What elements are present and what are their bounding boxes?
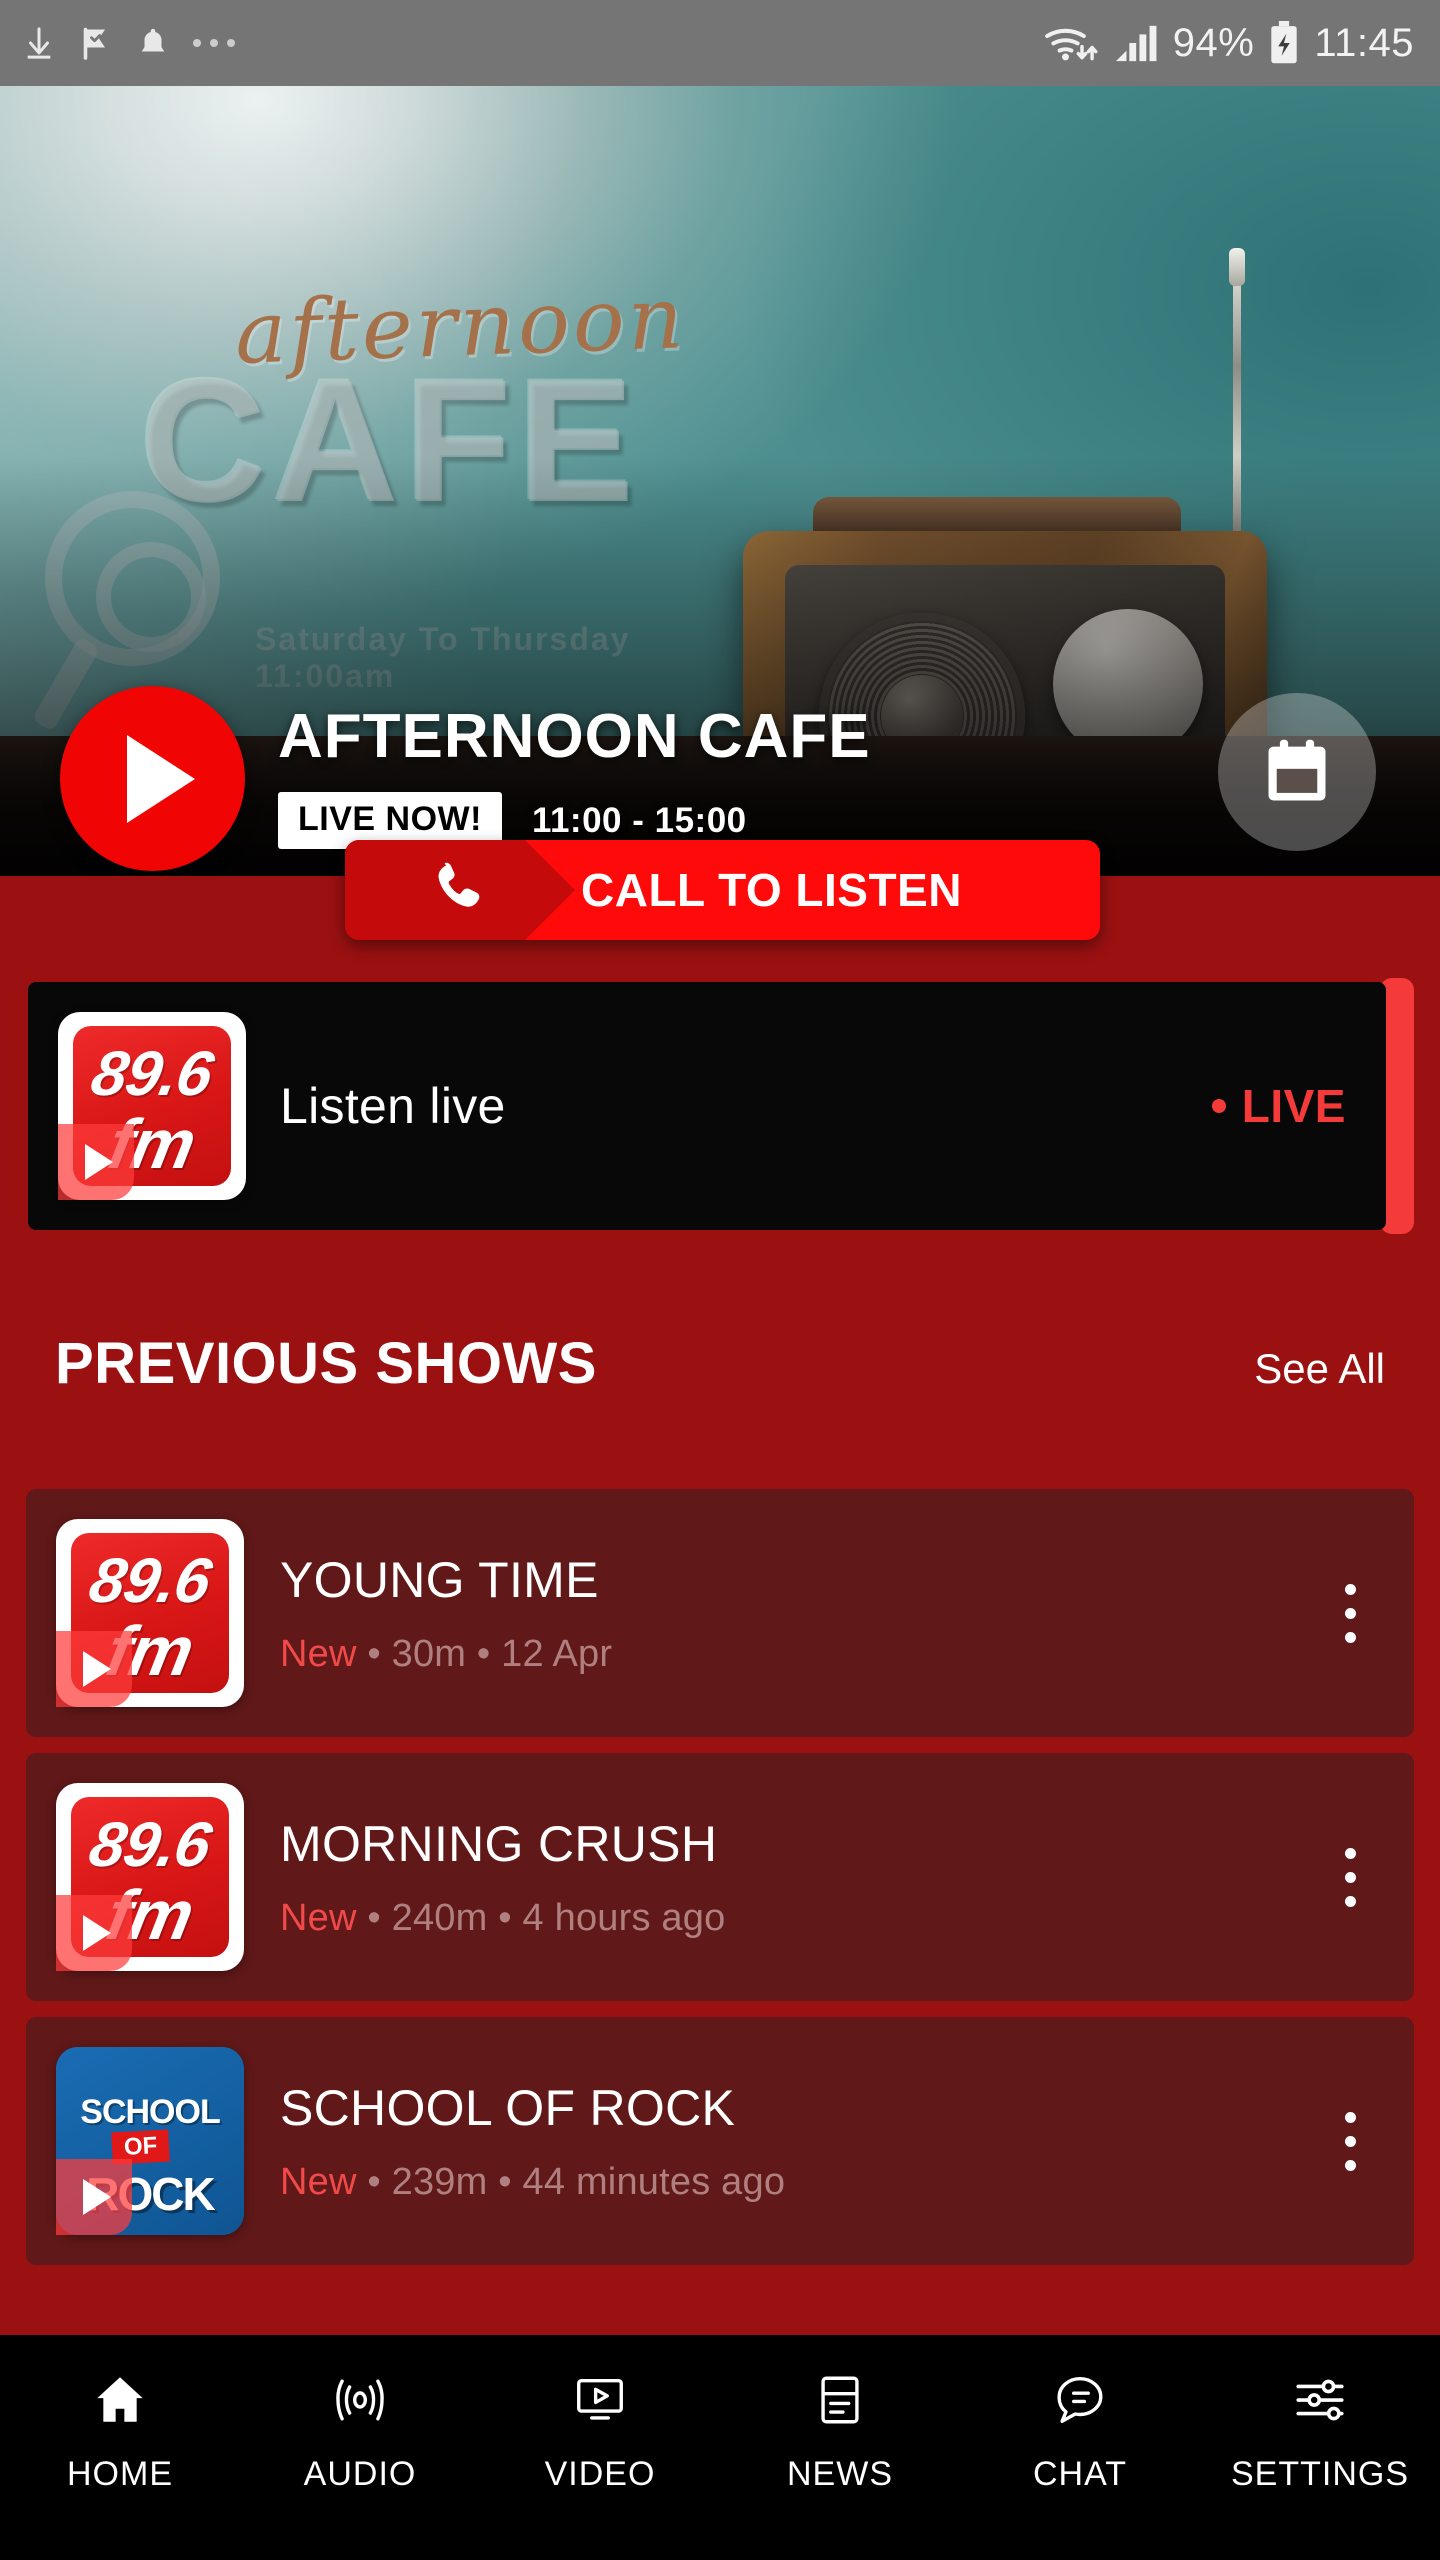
schedule-button[interactable] [1218,693,1376,851]
battery-percent: 94% [1172,20,1255,65]
logo-play-badge [56,2159,132,2235]
previous-shows-header: PREVIOUS SHOWS See All [0,1330,1440,1397]
nav-item-home[interactable]: HOME [0,2369,240,2494]
show-meta: • 239m • 44 minutes ago [356,2160,786,2203]
status-bar-left-icons [22,23,236,63]
logo-frequency: 89.6 [83,1810,217,1880]
play-icon [126,734,195,823]
show-subtitle: New • 239m • 44 minutes ago [280,2161,1331,2204]
show-list-item[interactable]: 89.6 fm MORNING CRUSH New • 240m • 4 hou… [26,1753,1414,2001]
play-icon [82,2179,111,2215]
logo-play-badge [56,1895,132,1971]
logo-play-badge [58,1124,134,1200]
bottom-navigation: HOME AUDIO VIDEO NEWS CHAT SETTINGS [0,2335,1440,2560]
show-title: SCHOOL OF ROCK [280,2079,736,2136]
call-to-listen-button[interactable]: CALL TO LISTEN [345,840,1100,940]
show-subtitle: New • 240m • 4 hours ago [280,1897,1331,1940]
kebab-menu-icon[interactable] [1331,1574,1370,1653]
kebab-menu-icon[interactable] [1331,1838,1370,1917]
show-new-badge: New [280,1896,357,1939]
artwork-line-1: SCHOOL [80,2093,220,2131]
call-to-listen-wrap: CALL TO LISTEN [345,840,1100,940]
section-title: PREVIOUS SHOWS [55,1331,597,1396]
hero-time-range: 11:00 - 15:00 [531,800,747,840]
video-monitor-icon [571,2369,629,2431]
kebab-menu-icon[interactable] [1331,2102,1370,2181]
wifi-icon [1044,28,1098,61]
signal-icon [1115,25,1157,62]
show-artwork: 89.6 fm [56,1783,244,1971]
play-icon [84,1144,113,1180]
show-list-item[interactable]: 89.6 fm YOUNG TIME New • 30m • 12 Apr [26,1489,1414,1737]
show-title: YOUNG TIME [280,1551,599,1608]
bell-icon [141,28,165,52]
show-meta: • 30m • 12 Apr [356,1632,613,1675]
battery-charging-icon [1271,21,1298,64]
logo-frequency: 89.6 [85,1039,219,1109]
play-icon [82,1915,111,1951]
nav-item-chat[interactable]: CHAT [960,2369,1200,2494]
show-text-block: YOUNG TIME New • 30m • 12 Apr [280,1551,1331,1676]
nav-item-settings[interactable]: SETTINGS [1200,2369,1440,2494]
hero-banner[interactable]: CAFE afternoon Saturday To Thursday 11:0… [0,86,1440,876]
show-artwork: 89.6 fm [56,1519,244,1707]
nav-label: AUDIO [303,2455,417,2493]
logo-frequency: 89.6 [83,1546,217,1616]
app-root: 94% 11:45 CAFE afternoon Saturday To Thu… [0,0,1440,2560]
phone-icon [427,857,489,924]
show-new-badge: New [280,1632,357,1675]
listen-live-card-inner[interactable]: 89.6 fm Listen live LIVE [28,982,1386,1230]
nav-label: HOME [67,2455,173,2493]
more-icon [193,39,235,47]
show-subtitle: New • 30m • 12 Apr [280,1633,1331,1676]
show-text-block: MORNING CRUSH New • 240m • 4 hours ago [280,1815,1331,1940]
hero-meta: AFTERNOON CAFE LIVE NOW! 11:00 - 15:00 [278,706,871,849]
show-meta: • 240m • 4 hours ago [356,1896,726,1939]
nav-label: SETTINGS [1230,2455,1410,2493]
show-list-item[interactable]: SCHOOL OF ROCK SCHOOL OF ROCK New • 239m… [26,2017,1414,2265]
home-icon [91,2369,149,2431]
hero-show-title: AFTERNOON CAFE [278,702,871,771]
live-dot-icon [1211,1099,1226,1113]
status-bar-right: 94% 11:45 [1043,21,1414,66]
nav-item-video[interactable]: VIDEO [480,2369,720,2494]
live-status-label: LIVE [1241,1080,1346,1132]
flag-check-icon [83,27,105,60]
show-new-badge: New [280,2160,357,2203]
listen-live-status: LIVE [1211,1079,1346,1133]
speech-bubble-icon [1051,2369,1109,2431]
article-icon [811,2369,869,2431]
nav-label: NEWS [787,2455,893,2493]
nav-item-news[interactable]: NEWS [720,2369,960,2494]
nav-label: VIDEO [544,2455,656,2493]
listen-live-card[interactable]: 89.6 fm Listen live LIVE [28,978,1414,1234]
see-all-link[interactable]: See All [1254,1345,1385,1393]
play-icon [82,1651,111,1687]
previous-shows-list: 89.6 fm YOUNG TIME New • 30m • 12 Apr 89… [26,1489,1414,2281]
show-title: MORNING CRUSH [280,1815,718,1872]
sliders-icon [1291,2369,1349,2431]
show-artwork: SCHOOL OF ROCK [56,2047,244,2235]
clock: 11:45 [1314,20,1414,65]
download-icon [27,27,51,59]
calendar-icon [1268,739,1326,801]
listen-live-label: Listen live [280,1078,506,1134]
show-text-block: SCHOOL OF ROCK New • 239m • 44 minutes a… [280,2079,1331,2204]
call-to-listen-label: CALL TO LISTEN [581,864,962,916]
nav-label: CHAT [1032,2455,1128,2493]
status-bar: 94% 11:45 [0,0,1440,86]
station-logo: 89.6 fm [58,1012,246,1200]
hero-play-button[interactable] [60,686,245,871]
logo-play-badge [56,1631,132,1707]
broadcast-icon [331,2369,389,2431]
nav-item-audio[interactable]: AUDIO [240,2369,480,2494]
